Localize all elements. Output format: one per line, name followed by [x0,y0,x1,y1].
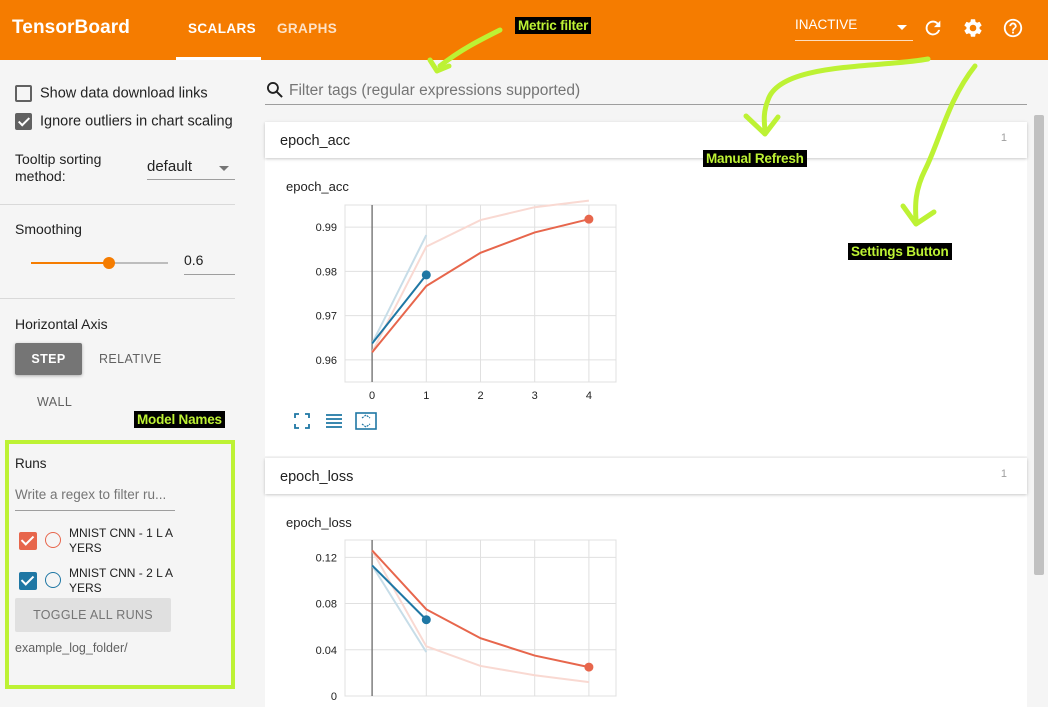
axis-step-button[interactable]: STEP [15,343,82,375]
run-checkbox-checked-icon[interactable] [19,572,37,590]
series-endpoint [421,615,431,625]
y-tick-label: 0.98 [316,266,337,278]
run-status-value: INACTIVE [795,17,858,32]
show-download-links-checkbox[interactable]: Show data download links [15,85,235,102]
runs-panel: Runs Write a regex to filter ru... MNIST… [5,440,235,689]
axis-relative-button[interactable]: RELATIVE [99,352,162,366]
run-item[interactable]: MNIST CNN - 2 L AYERS [19,566,219,602]
x-tick-label: 2 [477,390,483,402]
y-tick-label: 0 [331,691,337,703]
smoothing-slider[interactable] [31,257,168,269]
tag-filter-input[interactable]: Filter tags (regular expressions support… [265,75,1027,105]
settings-icon[interactable] [962,17,984,39]
run-checkbox-checked-icon[interactable] [19,532,37,550]
tooltip-sorting-label-line2: method: [15,168,66,184]
ignore-outliers-checkbox[interactable]: Ignore outliers in chart scaling [15,113,235,130]
app-brand: TensorBoard [12,17,130,38]
annotation-model-names: Model Names [134,411,225,428]
toggle-all-runs-button[interactable]: TOGGLE ALL RUNS [15,598,171,632]
toggle-log-scale-icon[interactable] [325,412,343,430]
scrollbar-thumb[interactable] [1034,115,1044,575]
run-status-select[interactable]: INACTIVE [795,17,913,41]
y-tick-label: 0.96 [316,355,337,367]
caret-down-icon [219,166,229,171]
card-title: epoch_loss [280,469,354,485]
refresh-icon[interactable] [922,17,944,39]
y-tick-label: 0.04 [316,645,337,657]
x-tick-label: 1 [423,390,429,402]
sidebar-divider [0,204,235,205]
log-folder-label: example_log_folder/ [15,641,128,655]
chart-title: epoch_acc [286,179,349,194]
card-count: 1 [1000,132,1007,144]
card-count: 1 [1000,468,1007,480]
horizontal-axis-label: Horizontal Axis [15,316,108,332]
series-endpoint [584,214,594,224]
annotation-settings-button: Settings Button [848,243,952,260]
x-tick-label: 3 [532,390,538,402]
run-item[interactable]: MNIST CNN - 1 L AYERS [19,526,219,562]
y-tick-label: 0.08 [316,599,337,611]
tag-filter-placeholder: Filter tags (regular expressions support… [289,82,581,99]
tab-scalars[interactable]: SCALARS [188,21,256,36]
raw-series-line [371,234,428,344]
runs-filter-input[interactable]: Write a regex to filter ru... [15,487,175,511]
sidebar-divider [0,298,235,299]
y-tick-label: 0.12 [316,552,337,564]
series-endpoint [584,662,594,672]
tab-graphs[interactable]: GRAPHS [277,21,337,36]
checkbox-unchecked-icon [15,85,32,102]
axis-wall-button[interactable]: WALL [37,395,72,409]
run-color-circle-icon[interactable] [45,572,61,588]
expand-chart-icon[interactable] [293,412,311,430]
smoothing-input[interactable]: 0.6 [184,252,235,275]
fit-domain-icon[interactable] [355,412,377,430]
x-tick-label: 4 [586,390,592,402]
annotation-metric-filter: Metric filter [515,17,592,34]
run-label: MNIST CNN - 1 L AYERS [69,526,174,555]
smoothed-series-line [371,564,428,621]
smoothed-series-line [371,274,428,345]
run-color-circle-icon[interactable] [45,532,61,548]
run-label: MNIST CNN - 2 L AYERS [69,566,174,595]
smoothing-slider-fill [31,262,109,264]
tooltip-sorting-select[interactable]: default [147,158,235,180]
search-icon [267,82,283,98]
runs-title: Runs [15,456,47,471]
y-tick-label: 0.99 [316,222,337,234]
smoothing-label: Smoothing [15,221,82,237]
y-tick-label: 0.97 [316,311,337,323]
checkbox-checked-icon [15,113,32,130]
caret-down-icon [897,25,907,30]
chart-title: epoch_loss [286,515,352,530]
tooltip-sorting-label-line1: Tooltip sorting [15,151,102,167]
chart-epoch-acc[interactable]: 0 1 2 3 4 0.96 0.97 0.98 0.99 [265,195,645,410]
card-header-epoch-loss[interactable]: epoch_loss 1 [265,458,1027,494]
ignore-outliers-label: Ignore outliers in chart scaling [40,113,233,130]
x-tick-label: 0 [369,390,375,402]
tooltip-sorting-label: Tooltip sorting method: [15,151,101,185]
help-icon[interactable] [1002,17,1024,39]
tooltip-sorting-value: default [147,158,193,175]
annotation-manual-refresh: Manual Refresh [703,150,807,167]
show-download-links-label: Show data download links [40,85,208,102]
card-title: epoch_acc [280,133,351,149]
chart-epoch-loss[interactable]: 0 0.04 0.08 0.12 [265,530,645,707]
card-header-epoch-acc[interactable]: epoch_acc 1 [265,122,1027,158]
series-endpoint [421,270,431,280]
smoothing-slider-thumb[interactable] [103,257,115,269]
